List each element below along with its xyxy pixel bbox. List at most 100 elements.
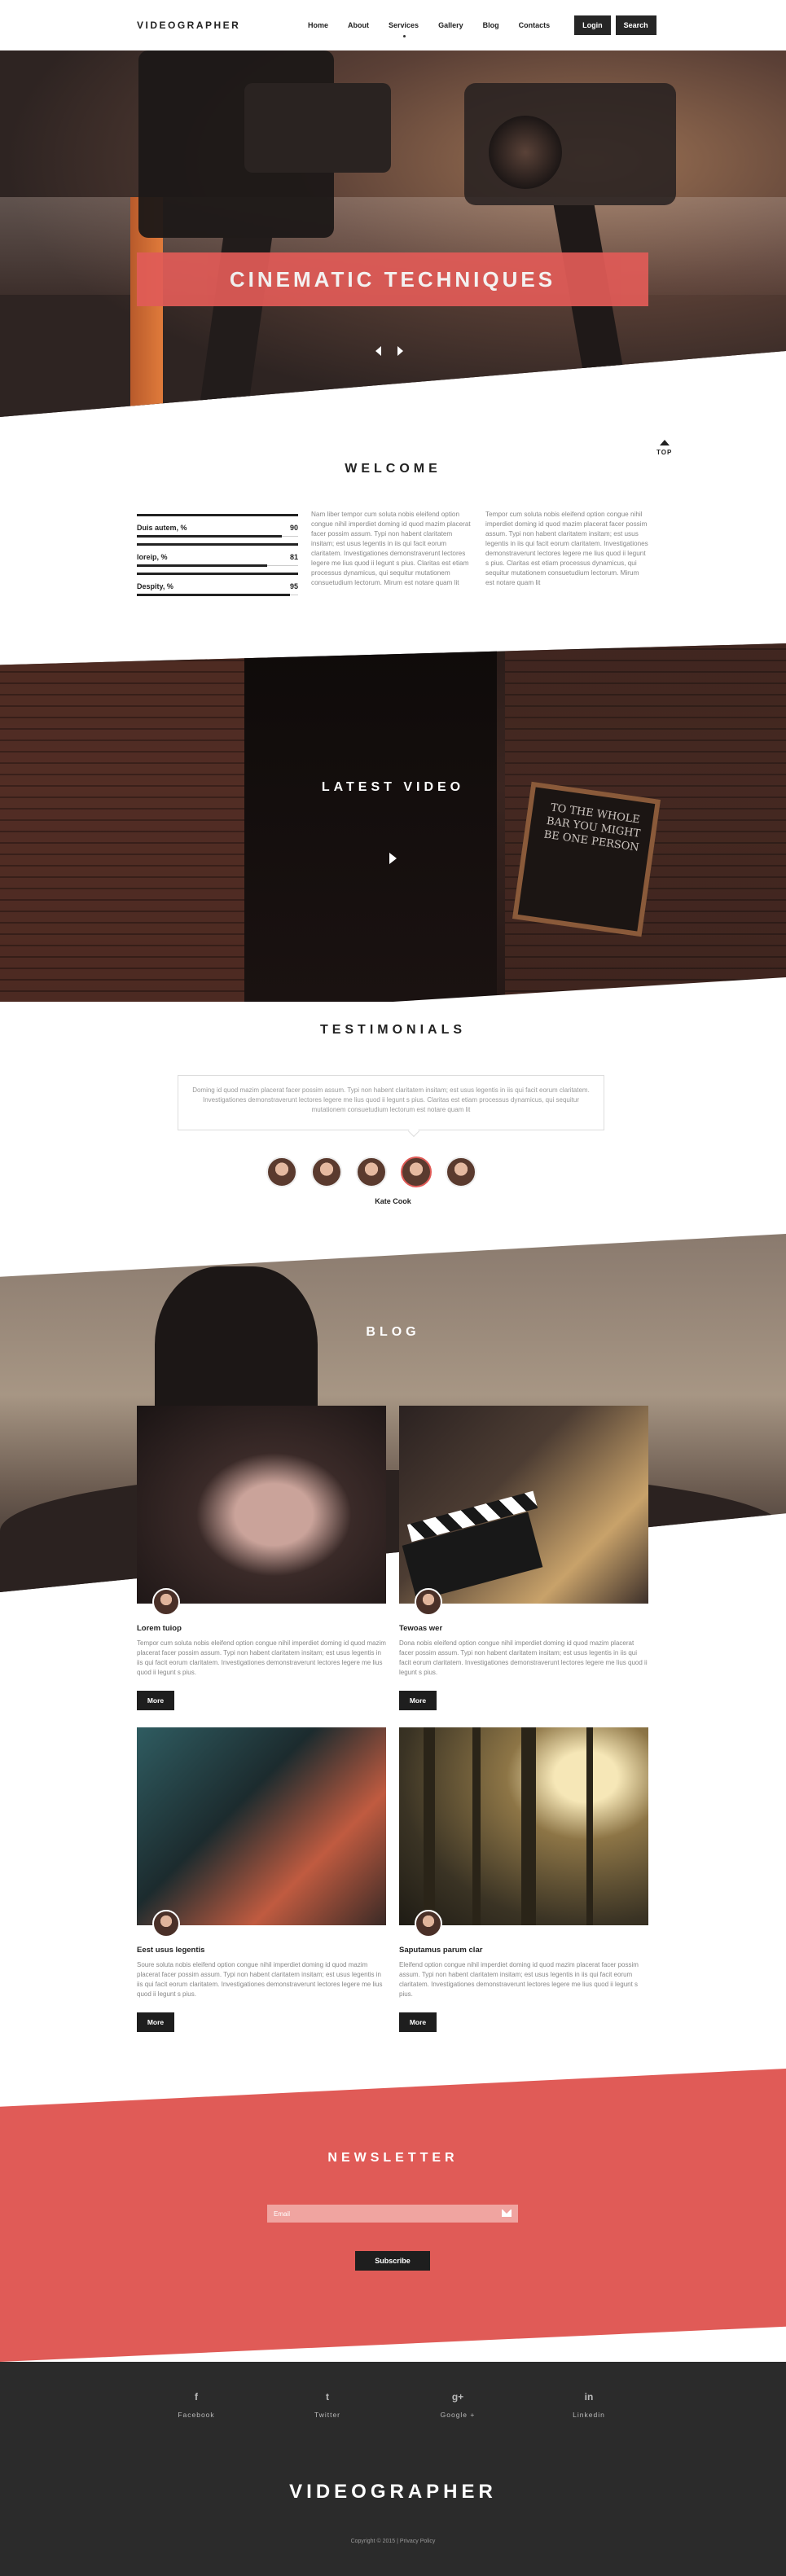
more-button[interactable]: More — [137, 1691, 174, 1710]
more-button[interactable]: More — [399, 1691, 437, 1710]
doorway — [244, 643, 497, 1002]
main-nav: Home About Services Gallery Blog Contact… — [308, 15, 656, 37]
stat-label: loreip, % — [137, 553, 168, 561]
stat-label: Duis autem, % — [137, 524, 187, 532]
more-button[interactable]: More — [399, 2012, 437, 2032]
top-button[interactable]: TOP — [656, 440, 672, 456]
hill-silhouette — [0, 1470, 786, 1592]
welcome-text-col1: Nam liber tempor cum soluta nobis eleife… — [311, 511, 471, 586]
chalkboard-image: TO THE WHOLE BAR YOU MIGHT BE ONE PERSON — [512, 781, 661, 937]
footer-logo[interactable]: VIDEOGRAPHER — [0, 2481, 786, 2504]
twitter-icon: t — [326, 2391, 329, 2403]
next-arrow-icon[interactable] — [397, 346, 403, 356]
post-excerpt: Dona nobis eleifend option congue nihil … — [399, 1639, 648, 1676]
welcome-text-col2: Tempor cum soluta nobis eleifend option … — [485, 511, 648, 586]
post-image[interactable] — [399, 1727, 648, 1925]
nav-blog[interactable]: Blog — [483, 15, 499, 36]
hero-banner: CINEMATIC TECHNIQUES — [137, 252, 648, 306]
stat-fill — [137, 535, 283, 538]
testimonials-title: TESTIMONIALS — [319, 1023, 467, 1037]
slider-arrows — [375, 346, 403, 356]
social-facebook[interactable]: f Facebook — [147, 2391, 245, 2419]
stat-bar: Despity, % 95 — [137, 573, 298, 600]
post-title[interactable]: Lorem tuiop — [137, 1624, 182, 1633]
camera-lens — [489, 116, 562, 189]
newsletter-title: NEWSLETTER — [327, 2151, 459, 2165]
stat-bar: loreip, % 81 — [137, 543, 298, 571]
hero-slider: CINEMATIC TECHNIQUES — [0, 50, 786, 417]
social-label: Twitter — [314, 2411, 341, 2419]
nav-home[interactable]: Home — [308, 15, 328, 36]
linkedin-icon: in — [584, 2391, 594, 2403]
social-google-plus[interactable]: g+ Google + — [409, 2391, 507, 2419]
author-avatar — [415, 1588, 442, 1616]
email-field[interactable] — [267, 2205, 518, 2223]
site-header: VIDEOGRAPHER Home About Services Gallery… — [0, 0, 786, 50]
stat-value: 95 — [289, 582, 298, 590]
play-icon[interactable] — [389, 853, 397, 864]
chalkboard-text: TO THE WHOLE BAR YOU MIGHT BE ONE PERSON — [542, 801, 641, 854]
social-twitter[interactable]: t Twitter — [279, 2391, 376, 2419]
post-excerpt: Eleifend option congue nihil imperdiet d… — [399, 1961, 639, 1998]
social-label: Facebook — [178, 2411, 215, 2419]
subscribe-button[interactable]: Subscribe — [355, 2251, 430, 2271]
welcome-title: WELCOME — [345, 462, 441, 476]
tree — [472, 1727, 481, 1925]
latest-video-title: LATEST VIDEO — [321, 780, 465, 794]
facebook-icon: f — [195, 2391, 198, 2403]
testimonial-quote: Doming id quod mazim placerat facer poss… — [178, 1075, 604, 1130]
avatar[interactable] — [266, 1156, 297, 1187]
stat-bar: Duis autem, % 90 — [137, 514, 298, 542]
tree — [586, 1727, 593, 1925]
testimonial-name: Kate Cook — [375, 1197, 411, 1205]
stat-fill — [137, 594, 291, 596]
author-avatar — [415, 1910, 442, 1937]
avatar[interactable] — [311, 1156, 342, 1187]
social-linkedin[interactable]: in Linkedin — [540, 2391, 638, 2419]
post-excerpt: Soure soluta nobis eleifend option congu… — [137, 1961, 383, 1998]
post-title[interactable]: Saputamus parum clar — [399, 1946, 482, 1955]
nav-gallery[interactable]: Gallery — [438, 15, 463, 36]
login-button[interactable]: Login — [574, 15, 611, 35]
more-button[interactable]: More — [137, 2012, 174, 2032]
nav-contacts[interactable]: Contacts — [519, 15, 551, 36]
avatar-selected[interactable] — [401, 1156, 432, 1187]
post-image[interactable] — [399, 1406, 648, 1604]
author-avatar — [152, 1910, 180, 1937]
mail-icon — [502, 2210, 512, 2217]
arrow-up-icon — [659, 440, 670, 445]
nav-about[interactable]: About — [348, 15, 369, 36]
hero-title: CINEMATIC TECHNIQUES — [229, 266, 556, 292]
brick-wall — [0, 643, 269, 1002]
stat-fill — [137, 564, 268, 567]
avatar[interactable] — [446, 1156, 476, 1187]
post-image[interactable] — [137, 1727, 386, 1925]
post-title[interactable]: Eest usus legentis — [137, 1946, 204, 1955]
google-plus-icon: g+ — [451, 2391, 464, 2403]
search-button[interactable]: Search — [615, 15, 656, 35]
latest-video-section: TO THE WHOLE BAR YOU MIGHT BE ONE PERSON… — [0, 643, 786, 1002]
tree — [424, 1727, 435, 1925]
social-label: Linkedin — [573, 2411, 605, 2419]
testimonial-avatars — [266, 1156, 476, 1187]
nav-services[interactable]: Services — [389, 15, 419, 37]
nav-services-label: Services — [389, 21, 419, 29]
blog-background — [0, 1234, 786, 1592]
stat-value: 90 — [289, 524, 298, 532]
prev-arrow-icon[interactable] — [375, 346, 381, 356]
top-label: TOP — [656, 449, 673, 456]
dropdown-indicator-icon — [402, 35, 406, 37]
post-image[interactable] — [137, 1406, 386, 1604]
social-label: Google + — [440, 2411, 476, 2419]
tree — [521, 1727, 536, 1925]
post-excerpt: Tempor cum soluta nobis eleifend option … — [137, 1639, 386, 1676]
page: VIDEOGRAPHER Home About Services Gallery… — [0, 0, 786, 2576]
author-avatar — [152, 1588, 180, 1616]
site-logo[interactable]: VIDEOGRAPHER — [137, 20, 240, 31]
copyright: Copyright © 2015 | Privacy Policy — [350, 2539, 436, 2544]
post-title[interactable]: Tewoas wer — [399, 1624, 442, 1633]
avatar[interactable] — [356, 1156, 387, 1187]
stat-value: 81 — [289, 553, 298, 561]
stat-label: Despity, % — [137, 582, 173, 590]
camera-body — [244, 83, 391, 173]
